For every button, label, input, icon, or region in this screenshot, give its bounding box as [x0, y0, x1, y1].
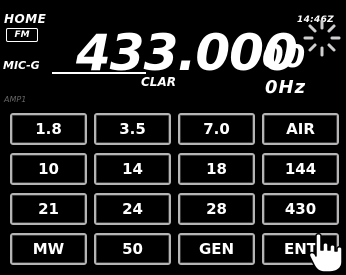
band-button-14[interactable]: 14: [94, 153, 171, 185]
band-button-air[interactable]: AIR: [262, 113, 339, 145]
touch-sparkle-icon: [303, 19, 341, 57]
band-button-28[interactable]: 28: [178, 193, 255, 225]
amp-label: AMP1: [4, 95, 27, 104]
home-label: HOME: [4, 12, 47, 26]
frequency-sub[interactable]: 00: [262, 37, 305, 77]
band-button-24[interactable]: 24: [94, 193, 171, 225]
mic-gain-meter: [52, 72, 146, 74]
band-keypad: 1.8 3.5 7.0 AIR 10 14 18 144 21 24 28 43…: [10, 113, 339, 270]
band-button-144[interactable]: 144: [262, 153, 339, 185]
frequency-display-panel: HOME FM MIC-G AMP1 14:46Z 433.000 00 CLA…: [0, 0, 346, 110]
band-button-gen[interactable]: GEN: [178, 233, 255, 265]
band-button-1-8[interactable]: 1.8: [10, 113, 87, 145]
band-button-18[interactable]: 18: [178, 153, 255, 185]
band-button-3-5[interactable]: 3.5: [94, 113, 171, 145]
band-button-10[interactable]: 10: [10, 153, 87, 185]
band-button-21[interactable]: 21: [10, 193, 87, 225]
mic-gain-label[interactable]: MIC-G: [3, 59, 40, 72]
band-button-50[interactable]: 50: [94, 233, 171, 265]
clar-offset: 0Hz: [265, 77, 307, 98]
band-button-7-0[interactable]: 7.0: [178, 113, 255, 145]
clar-label[interactable]: CLAR: [141, 75, 176, 89]
mode-badge[interactable]: FM: [6, 28, 38, 42]
band-button-mw[interactable]: MW: [10, 233, 87, 265]
band-button-430[interactable]: 430: [262, 193, 339, 225]
hand-pointer-icon: [308, 233, 343, 273]
